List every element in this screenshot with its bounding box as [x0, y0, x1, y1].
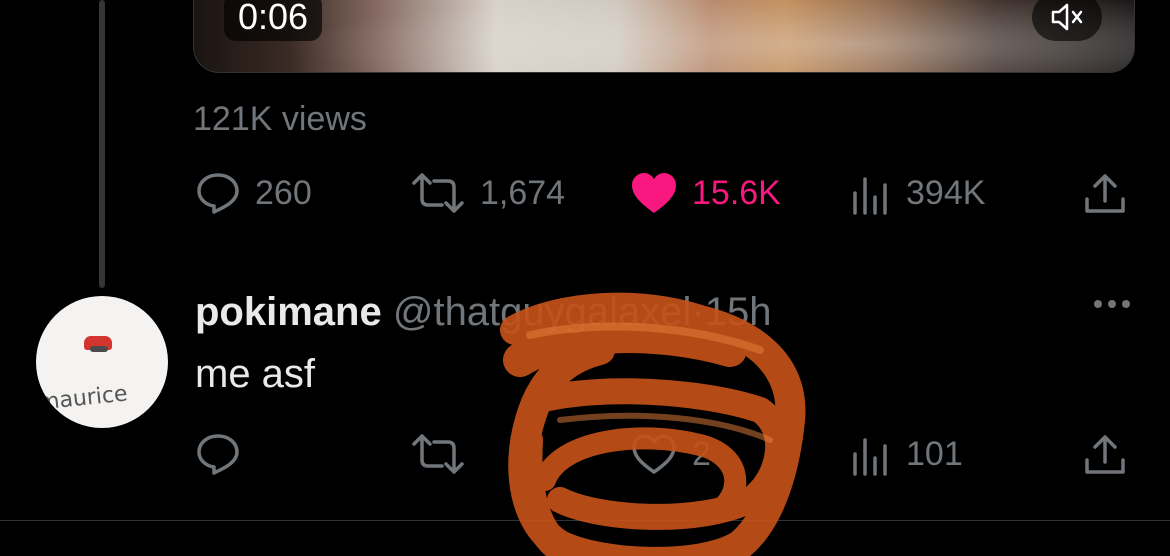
share-icon — [1085, 435, 1125, 474]
retweet-icon — [412, 173, 464, 213]
redaction-scribble — [500, 292, 806, 556]
avatar-shape — [90, 346, 108, 352]
comment-icon — [197, 173, 239, 214]
divider — [0, 520, 1170, 521]
views-count: 394K — [906, 173, 986, 212]
share-button[interactable] — [1083, 171, 1127, 217]
comment-icon — [197, 434, 239, 475]
reply-handle[interactable]: @thatguygalaxel — [393, 290, 692, 334]
retweet-icon — [412, 434, 464, 474]
avatar-text: maurice — [36, 381, 129, 416]
reply-views-count: 101 — [906, 434, 963, 473]
view-count-label: 121K views — [193, 100, 367, 138]
reply-retweet-button[interactable] — [410, 432, 466, 476]
retweet-button[interactable]: 1,674 — [410, 171, 565, 215]
reply-views-button[interactable]: 101 — [850, 432, 963, 476]
video-frame — [194, 0, 1134, 72]
dot — [1122, 300, 1130, 308]
video-timestamp: 0:06 — [224, 0, 323, 41]
heart-filled-icon — [632, 173, 676, 213]
reply-like-button[interactable]: 2 — [630, 432, 711, 476]
analytics-icon — [853, 438, 887, 476]
views-button[interactable]: 394K — [850, 171, 985, 215]
heart-outline-icon — [632, 434, 676, 474]
analytics-icon — [853, 177, 887, 215]
reply-count: 260 — [255, 173, 312, 212]
speaker-muted-icon — [1051, 3, 1083, 31]
like-button[interactable]: 15.6K — [630, 171, 781, 215]
header-separator: · — [691, 290, 705, 334]
dot — [1094, 300, 1102, 308]
reply-header: pokimane @thatguygalaxel·15h — [195, 290, 772, 335]
dot — [1108, 300, 1116, 308]
thread-line — [99, 0, 105, 288]
reply-share-button[interactable] — [1083, 432, 1127, 478]
share-icon — [1085, 174, 1125, 213]
mute-button[interactable] — [1032, 0, 1102, 41]
reply-reply-button[interactable] — [195, 432, 241, 476]
more-options-button[interactable] — [1094, 300, 1130, 308]
reply-avatar[interactable]: maurice — [36, 296, 168, 428]
reply-button[interactable]: 260 — [195, 171, 312, 215]
reply-time[interactable]: 15h — [705, 290, 772, 334]
reply-display-name[interactable]: pokimane — [195, 290, 382, 334]
retweet-count: 1,674 — [480, 173, 566, 212]
video-player[interactable]: 0:06 — [193, 0, 1135, 73]
reply-like-count: 2 — [692, 434, 711, 473]
like-count: 15.6K — [692, 173, 781, 212]
reply-text: me asf — [195, 352, 316, 396]
